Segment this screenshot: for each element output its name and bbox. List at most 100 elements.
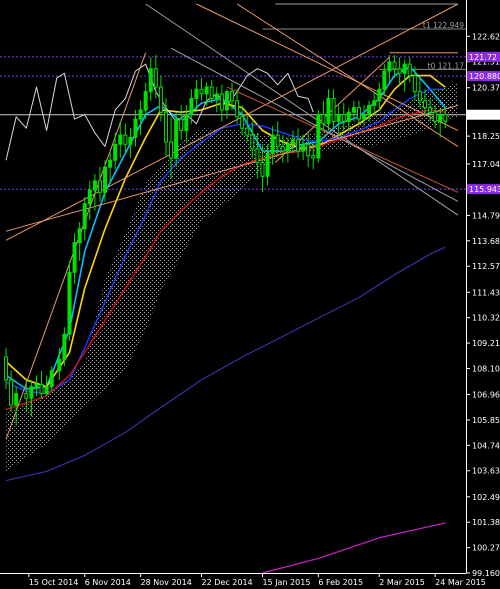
candle-body [270, 134, 275, 154]
price-tick-label: 102.490 [472, 493, 500, 502]
candle-body [230, 91, 234, 102]
candle-body [62, 333, 67, 360]
candle-body [260, 162, 265, 177]
price-tick-label: 120.370 [472, 84, 500, 93]
candle-body [143, 91, 148, 111]
price-tick-label: 110.320 [472, 314, 500, 323]
candle-body [118, 134, 123, 145]
price-tick-label: 99.160 [472, 569, 500, 578]
candle-body [417, 91, 422, 102]
candle-body [296, 139, 301, 152]
candle-body [87, 189, 92, 205]
candle-body [97, 180, 102, 193]
candle-body [92, 180, 97, 191]
level-annotation: t0 121.17 [428, 61, 465, 70]
candle-body [123, 134, 128, 145]
candle-body [4, 356, 8, 381]
chart-root: 122.620121.510120.370119.192118.255117.0… [0, 0, 500, 589]
candle-body [422, 100, 427, 109]
candle-body [138, 109, 143, 120]
price-tick-label: 100.270 [472, 544, 500, 553]
candle-body [326, 97, 331, 125]
candle [316, 109, 321, 163]
candle-body [224, 91, 229, 111]
candle-body [24, 393, 29, 399]
candle-body [67, 271, 72, 335]
time-tick-label: 15 Jan 2015 [262, 578, 310, 587]
candle-body [57, 358, 62, 372]
candle-body [245, 127, 250, 136]
candle-body [306, 143, 311, 157]
candle-body [148, 68, 153, 93]
candle-body [77, 228, 82, 244]
candle-body [438, 114, 443, 122]
candle-body [387, 61, 392, 72]
candle-body [44, 386, 49, 395]
price-badge-label: 115.943 [469, 185, 500, 194]
candle-body [412, 75, 417, 93]
candle-body [9, 379, 14, 406]
candle-body [331, 97, 336, 122]
candle-body [113, 143, 118, 161]
candle-body [341, 114, 346, 122]
candle-body [174, 118, 179, 159]
candle-body [321, 114, 326, 125]
candle-body [280, 146, 285, 152]
price-tick-label: 106.960 [472, 391, 500, 400]
candle-body [235, 100, 240, 118]
candle-body [179, 118, 184, 132]
price-tick-label: 104.740 [472, 441, 500, 450]
time-tick-label: 28 Nov 2014 [141, 578, 192, 587]
candle-body [29, 386, 34, 399]
price-tick-label: 118.255 [472, 132, 500, 141]
candle-body [14, 393, 19, 406]
time-tick-label: 6 Nov 2014 [85, 578, 131, 587]
candle-body [39, 383, 44, 395]
candle-body [82, 203, 87, 230]
candle-body [285, 143, 290, 152]
candle-body [34, 383, 39, 388]
candle-body [407, 63, 412, 77]
candle-body [209, 86, 214, 99]
candle-body [316, 114, 321, 159]
level-annotation: t1 122.949 [423, 21, 464, 30]
candle-body [346, 111, 351, 122]
candle-body [290, 139, 295, 145]
candle-body [250, 134, 255, 150]
price-tick-label: 112.570 [472, 262, 500, 271]
candle-body [301, 143, 306, 152]
price-tick-label: 122.620 [472, 32, 500, 41]
candle-body [128, 136, 133, 145]
candle-body [275, 134, 280, 148]
candle-body [428, 107, 433, 113]
time-tick-label: 2 Mar 2015 [379, 578, 425, 587]
candle-body [351, 107, 356, 113]
price-tick-label: 101.380 [472, 518, 500, 527]
current-price-label: 119.192 [469, 111, 500, 120]
price-tick-label: 109.210 [472, 339, 500, 348]
candle-body [214, 93, 219, 99]
candle-body [392, 61, 397, 70]
price-tick-label: 113.680 [472, 237, 500, 246]
candle-body [72, 242, 77, 273]
time-tick-label: 6 Feb 2015 [318, 578, 363, 587]
candle-body [443, 114, 448, 122]
candle-body [265, 152, 270, 177]
candle-body [433, 111, 438, 122]
candle-body [362, 114, 367, 120]
candle-body [311, 155, 316, 159]
price-badge-label: 121.72 [469, 53, 497, 62]
time-tick-label: 22 Dec 2014 [202, 578, 253, 587]
candle-body [169, 141, 174, 159]
candle-body [397, 68, 402, 74]
candlestick-chart: 122.620121.510120.370119.192118.255117.0… [0, 0, 500, 587]
candle-body [402, 63, 407, 74]
candle-body [372, 100, 377, 106]
candle-body [49, 370, 54, 388]
price-tick-label: 108.100 [472, 364, 500, 373]
candle-body [356, 107, 361, 120]
candle-body [367, 104, 372, 116]
price-tick-label: 117.040 [472, 160, 500, 169]
candle-body [240, 116, 245, 129]
candle-body [189, 97, 194, 116]
